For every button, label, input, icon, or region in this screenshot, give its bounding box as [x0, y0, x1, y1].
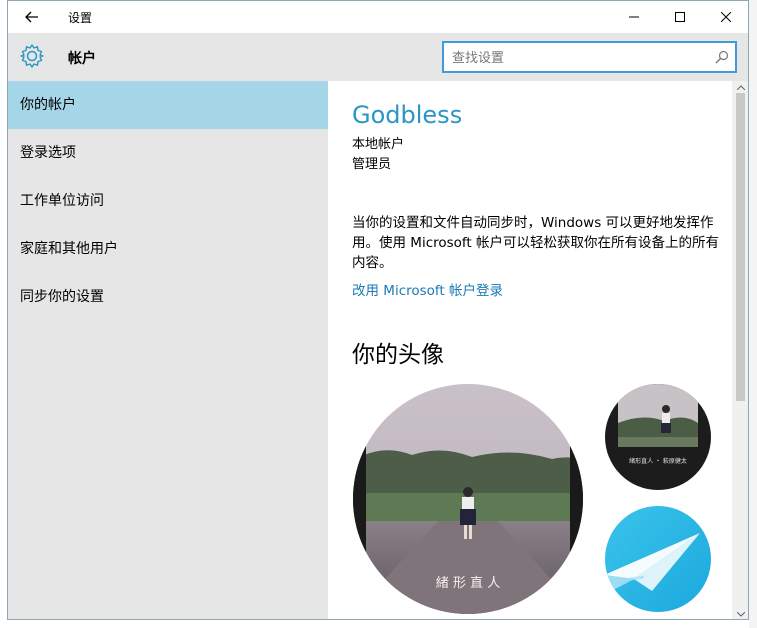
minimize-icon	[629, 16, 639, 18]
avatar-heading: 你的头像	[352, 342, 444, 368]
sync-description: 当你的设置和文件自动同步时，Windows 可以更好地发挥作用。使用 Micro…	[352, 215, 720, 271]
maximize-icon	[675, 12, 685, 22]
minimize-button[interactable]	[611, 1, 657, 33]
back-button[interactable]	[20, 5, 44, 29]
main-content: Godbless 本地帐户 管理员 当你的设置和文件自动同步时，Windows …	[328, 81, 748, 619]
sidebar: 你的帐户 登录选项 工作单位访问 家庭和其他用户 同步你的设置	[8, 81, 328, 619]
search-icon[interactable]	[714, 49, 730, 65]
user-name: Godbless	[352, 101, 463, 129]
chevron-down-icon	[736, 611, 745, 617]
current-avatar: 緒 形 直 人	[353, 384, 583, 614]
sidebar-item-your-account[interactable]: 你的帐户	[8, 81, 328, 129]
search-box[interactable]	[442, 41, 737, 73]
avatar-caption: 緒 形 直 人	[436, 576, 500, 591]
chevron-up-icon	[736, 84, 745, 90]
sidebar-item-family-users[interactable]: 家庭和其他用户	[8, 225, 328, 273]
sidebar-item-work-access[interactable]: 工作单位访问	[8, 177, 328, 225]
content-scrollbar[interactable]	[732, 81, 748, 619]
account-type: 本地帐户	[352, 137, 405, 152]
title-bar: 设置	[8, 1, 748, 33]
paper-plane-avatar[interactable]	[604, 505, 712, 613]
settings-header: 帐户	[8, 33, 748, 81]
window-title: 设置	[68, 11, 93, 25]
sidebar-item-sign-in-options[interactable]: 登录选项	[8, 129, 328, 177]
recent-avatar-photo[interactable]: 緒形直人 ・ 萩原健太	[604, 383, 712, 491]
microsoft-account-link[interactable]: 改用 Microsoft 帐户登录	[352, 279, 503, 299]
page-title: 帐户	[68, 51, 96, 67]
account-role: 管理员	[352, 157, 392, 172]
scroll-up-button[interactable]	[732, 81, 748, 93]
back-arrow-icon	[25, 11, 38, 23]
maximize-button[interactable]	[657, 1, 703, 33]
small-avatar-caption: 緒形直人 ・ 萩原健太	[629, 457, 687, 465]
background-window-edge	[749, 0, 757, 628]
close-button[interactable]	[703, 1, 748, 33]
gear-icon	[20, 44, 44, 68]
scroll-down-button[interactable]	[732, 608, 748, 619]
search-input[interactable]	[452, 48, 707, 68]
close-icon	[721, 12, 731, 22]
settings-window: 设置 帐户 你的帐户 登录选项 工作单位访问 家庭和其他用户 同步你的设置	[7, 0, 749, 620]
scroll-thumb[interactable]	[736, 93, 745, 401]
sidebar-item-sync-settings[interactable]: 同步你的设置	[8, 273, 328, 321]
